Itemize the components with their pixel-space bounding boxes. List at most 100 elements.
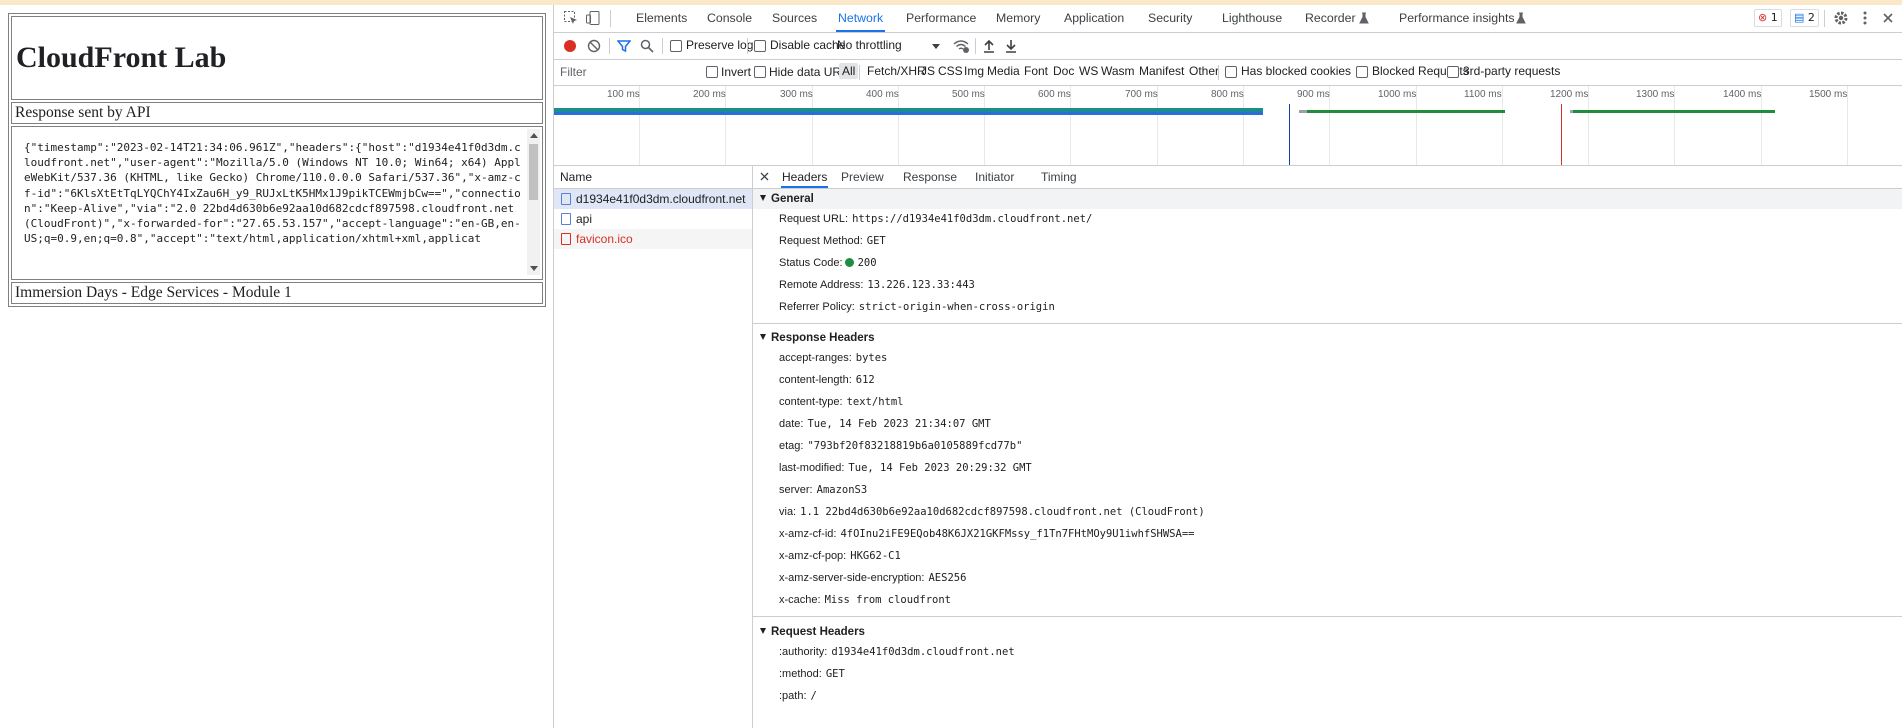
header-key: last-modified: [779, 462, 845, 474]
request-row[interactable]: favicon.ico [554, 229, 752, 249]
error-count: 1 [1770, 11, 1778, 24]
message-count-badge[interactable]: ▤ 2 [1790, 9, 1819, 27]
preserve-log-checkbox[interactable] [670, 40, 682, 52]
header-row: date: Tue, 14 Feb 2023 21:34:07 GMT [779, 418, 991, 430]
filter-type-fetch-xhr[interactable]: Fetch/XHR [867, 64, 926, 78]
close-icon[interactable] [760, 172, 769, 181]
header-key: x-amz-server-side-encryption: [779, 572, 925, 584]
network-conditions-wifi-icon[interactable] [952, 38, 970, 54]
filter-type-css[interactable]: CSS [938, 64, 963, 78]
response-headers-section-header[interactable]: Response Headers [753, 328, 1902, 348]
toolbar-separator [747, 38, 748, 54]
timeline-tick-label: 1300 ms [1636, 89, 1675, 100]
network-overview-timeline[interactable]: 100 ms 200 ms 300 ms 400 ms 500 ms 600 m… [554, 86, 1902, 166]
header-row: x-amz-server-side-encryption: AES256 [779, 572, 966, 584]
request-details: Headers Preview Response Initiator Timin… [753, 166, 1902, 728]
header-key: :authority: [779, 646, 828, 658]
tab-application[interactable]: Application [1064, 5, 1124, 32]
tab-network[interactable]: Network [836, 5, 886, 32]
tab-recorder[interactable]: Recorder [1305, 5, 1356, 32]
timeline-tick-label: 700 ms [1125, 89, 1158, 100]
filter-type-ws[interactable]: WS [1079, 64, 1098, 78]
tab-headers[interactable]: Headers [781, 166, 829, 188]
header-value: d1934e41f0d3dm.cloudfront.net [831, 646, 1015, 658]
filter-type-media[interactable]: Media [987, 64, 1020, 78]
record-button[interactable] [564, 40, 576, 52]
header-key: Status Code: [779, 257, 843, 269]
request-row[interactable]: api [554, 209, 752, 229]
tab-response[interactable]: Response [903, 166, 957, 188]
tab-elements[interactable]: Elements [636, 5, 687, 32]
filter-type-font[interactable]: Font [1024, 64, 1048, 78]
request-timing-bar [1573, 110, 1775, 113]
network-filterbar: Filter Invert Hide data URLs All Fetch/X… [554, 60, 1902, 86]
request-headers-section-header[interactable]: Request Headers [753, 622, 1902, 642]
experiment-flask-icon [1359, 12, 1369, 24]
inspect-element-icon[interactable] [563, 10, 579, 26]
tab-performance-insights[interactable]: Performance insights [1399, 5, 1515, 32]
has-blocked-cookies-checkbox[interactable] [1225, 66, 1237, 78]
more-options-icon[interactable] [1857, 10, 1873, 26]
tab-console[interactable]: Console [707, 5, 752, 32]
tab-security[interactable]: Security [1148, 5, 1192, 32]
blocked-requests-checkbox[interactable] [1356, 66, 1368, 78]
export-har-download-icon[interactable] [1005, 39, 1017, 53]
filter-type-doc[interactable]: Doc [1053, 64, 1074, 78]
experiment-flask-icon [1516, 12, 1526, 24]
search-icon[interactable] [640, 39, 654, 53]
settings-gear-icon[interactable] [1833, 10, 1849, 26]
filter-funnel-icon[interactable] [617, 39, 631, 53]
filter-separator [859, 65, 860, 80]
device-toolbar-icon[interactable] [585, 10, 601, 26]
third-party-requests-checkbox[interactable] [1447, 66, 1459, 78]
header-value: strict-origin-when-cross-origin [858, 301, 1055, 313]
filter-input[interactable]: Filter [560, 65, 690, 81]
throttling-select[interactable]: No throttling [837, 38, 902, 52]
request-row[interactable]: d1934e41f0d3dm.cloudfront.net [554, 189, 752, 209]
filter-type-wasm[interactable]: Wasm [1101, 64, 1135, 78]
header-row: Request Method: GET [779, 235, 886, 247]
scroll-thumb[interactable] [529, 144, 538, 200]
page-footer: Immersion Days - Edge Services - Module … [11, 282, 543, 304]
scroll-down-arrow-icon[interactable] [530, 266, 538, 271]
response-scrollbar[interactable] [527, 129, 540, 275]
filter-type-img[interactable]: Img [964, 64, 984, 78]
has-blocked-cookies-label: Has blocked cookies [1241, 64, 1352, 78]
timeline-tick-label: 1500 ms [1809, 89, 1848, 100]
devtools-panel: Elements Console Sources Network Perform… [553, 5, 1902, 728]
header-row: content-length: 612 [779, 374, 875, 386]
import-har-upload-icon[interactable] [983, 39, 995, 53]
header-value: HKG62-C1 [850, 550, 901, 562]
tab-performance[interactable]: Performance [906, 5, 976, 32]
header-value: 1.1 22bd4d630b6e92aa10d682cdcf897598.clo… [800, 506, 1205, 518]
tab-timing[interactable]: Timing [1041, 166, 1077, 188]
error-count-badge[interactable]: ⊗ 1 [1754, 9, 1782, 27]
header-key: content-type: [779, 396, 843, 408]
header-value: 200 [857, 257, 877, 269]
tabbar-separator [1824, 10, 1825, 27]
filter-type-js[interactable]: JS [921, 64, 935, 78]
filter-type-all[interactable]: All [839, 63, 859, 79]
invert-checkbox[interactable] [706, 66, 718, 78]
tab-lighthouse[interactable]: Lighthouse [1222, 5, 1282, 32]
tab-initiator[interactable]: Initiator [975, 166, 1014, 188]
section-title: Request Headers [771, 626, 865, 638]
toolbar-separator [609, 38, 610, 54]
disable-cache-checkbox[interactable] [754, 40, 766, 52]
timeline-tick-label: 1000 ms [1378, 89, 1417, 100]
close-devtools-icon[interactable] [1880, 10, 1896, 26]
tab-sources[interactable]: Sources [772, 5, 817, 32]
hide-data-urls-checkbox[interactable] [754, 66, 766, 78]
header-key: x-cache: [779, 594, 821, 606]
filter-type-manifest[interactable]: Manifest [1139, 64, 1184, 78]
tab-preview[interactable]: Preview [841, 166, 884, 188]
general-section-header[interactable]: General [753, 189, 1902, 209]
filter-type-other[interactable]: Other [1189, 64, 1219, 78]
clear-icon[interactable] [587, 39, 601, 53]
header-row: accept-ranges: bytes [779, 352, 887, 364]
name-column-header[interactable]: Name [554, 166, 752, 189]
response-textarea[interactable]: {"timestamp":"2023-02-14T21:34:06.961Z",… [11, 126, 543, 280]
scroll-up-arrow-icon[interactable] [530, 133, 538, 138]
tab-memory[interactable]: Memory [996, 5, 1040, 32]
chevron-down-icon[interactable] [932, 44, 940, 49]
